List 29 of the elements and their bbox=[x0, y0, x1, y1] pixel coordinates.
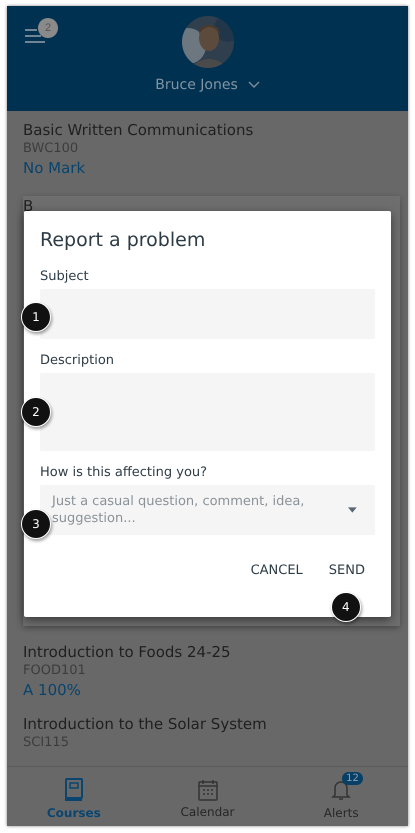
callout-marker: 2 bbox=[21, 397, 51, 427]
callout-marker: 4 bbox=[330, 592, 361, 622]
tab[interactable]: Calendar bbox=[140, 767, 274, 826]
callout-marker: 1 bbox=[21, 302, 51, 332]
course-grade: A 100% bbox=[23, 680, 82, 700]
calendar-icon bbox=[198, 778, 218, 800]
user-switcher[interactable]: Bruce Jones bbox=[149, 76, 266, 94]
dropdown-arrow-icon bbox=[348, 507, 357, 513]
field-label: Subject bbox=[40, 269, 90, 284]
dialog-button[interactable]: CANCEL bbox=[240, 555, 313, 586]
subject-field[interactable] bbox=[40, 289, 375, 339]
book-icon bbox=[64, 778, 84, 802]
field-label: How is this affecting you? bbox=[40, 465, 208, 480]
description-field[interactable] bbox=[40, 373, 375, 451]
menu-icon bbox=[25, 28, 47, 44]
course-name[interactable]: Introduction to the Solar System bbox=[23, 714, 392, 734]
dialog-title: Report a problem bbox=[40, 229, 206, 251]
course-name[interactable]: Introduction to Foods 24-25 bbox=[23, 642, 392, 662]
tab[interactable]: Courses bbox=[7, 767, 141, 826]
notification-badge: 12 bbox=[342, 772, 363, 784]
tab[interactable]: 12 Alerts bbox=[274, 767, 408, 826]
chevron-down-icon bbox=[248, 81, 260, 89]
course-name[interactable]: B bbox=[23, 197, 34, 215]
dialog-button[interactable]: SEND bbox=[318, 555, 375, 586]
dropdown-field[interactable]: Just a casual question, comment, idea, suggestion... bbox=[40, 485, 375, 535]
course-grade: No Mark bbox=[23, 158, 86, 178]
course-name[interactable]: Basic Written Communications bbox=[23, 120, 392, 140]
field-label: Description bbox=[40, 353, 116, 368]
callout-marker: 3 bbox=[21, 509, 51, 539]
